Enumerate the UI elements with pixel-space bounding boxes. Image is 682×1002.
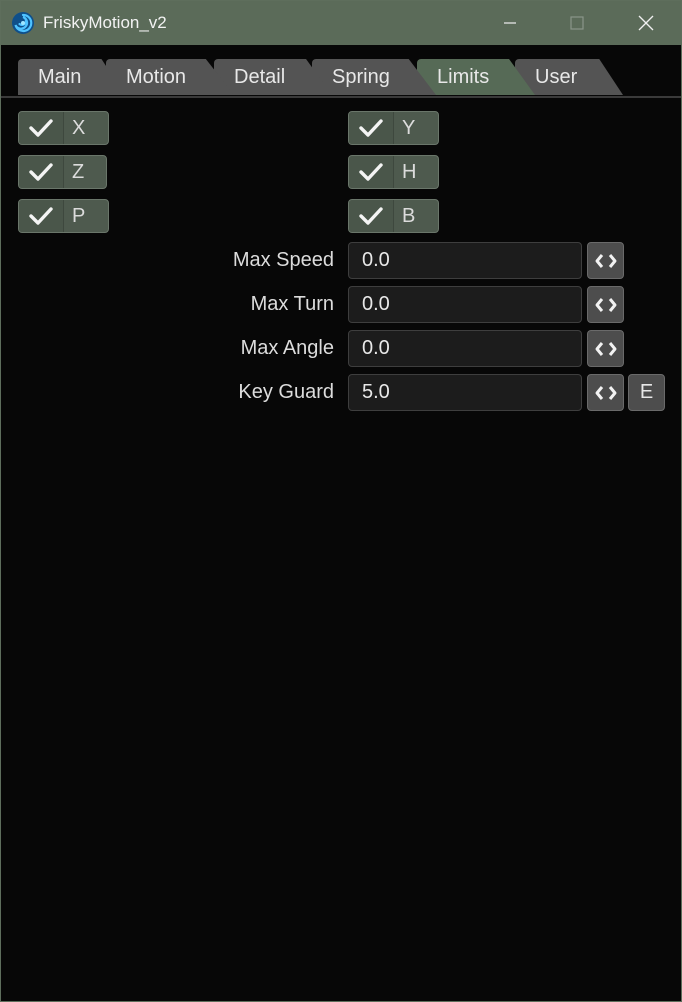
tab-bar: User Limits Spring Detail Motion Main: [1, 57, 681, 97]
checkmark-icon: [349, 156, 394, 188]
checkbox-label: B: [402, 204, 416, 227]
checkbox-label: Y: [402, 116, 416, 139]
tab-divider: [1, 96, 681, 98]
spiral-app-icon: [11, 11, 35, 35]
tab-label: Limits: [437, 65, 490, 88]
max-speed-envelope-button[interactable]: [587, 242, 624, 279]
max-angle-input[interactable]: [348, 330, 582, 367]
checkbox-p[interactable]: P: [18, 199, 109, 233]
tab-label: Spring: [332, 65, 390, 88]
tab-label: Main: [38, 65, 82, 88]
tab-label: Detail: [234, 65, 286, 88]
max-angle-label: Max Angle: [240, 337, 334, 359]
checkmark-icon: [19, 200, 64, 232]
tab-user[interactable]: User: [515, 59, 623, 95]
max-speed-input[interactable]: [348, 242, 582, 279]
diamond-arrows-icon: [595, 385, 616, 400]
checkbox-b[interactable]: B: [348, 199, 439, 233]
maximize-button[interactable]: [546, 1, 608, 45]
title-bar[interactable]: FriskyMotion_v2: [1, 1, 681, 45]
diamond-arrows-icon: [595, 253, 616, 268]
app-window: FriskyMotion_v2 User Limits Spring Detai…: [0, 0, 682, 1002]
checkmark-icon: [19, 156, 64, 188]
max-angle-envelope-button[interactable]: [587, 330, 624, 367]
checkbox-label: H: [402, 160, 417, 183]
max-turn-label: Max Turn: [250, 293, 334, 315]
close-button[interactable]: [615, 1, 677, 45]
max-turn-input[interactable]: [348, 286, 582, 323]
checkbox-z[interactable]: Z: [18, 155, 107, 189]
tab-label: User: [535, 65, 578, 88]
checkmark-icon: [349, 112, 394, 144]
close-icon: [638, 15, 654, 31]
key-guard-label: Key Guard: [238, 381, 334, 403]
max-speed-label: Max Speed: [232, 249, 334, 271]
checkbox-y[interactable]: Y: [348, 111, 439, 145]
diamond-arrows-icon: [595, 297, 616, 312]
checkbox-label: X: [72, 116, 86, 139]
minimize-icon: [504, 22, 516, 24]
checkbox-label: Z: [72, 160, 85, 183]
window-title: FriskyMotion_v2: [43, 13, 167, 32]
max-turn-envelope-button[interactable]: [587, 286, 624, 323]
key-guard-input[interactable]: [348, 374, 582, 411]
tab-label: Motion: [126, 65, 187, 88]
checkbox-h[interactable]: H: [348, 155, 439, 189]
key-guard-e-button[interactable]: E: [628, 374, 665, 411]
e-button-label: E: [639, 381, 654, 403]
checkbox-label: P: [72, 204, 86, 227]
diamond-arrows-icon: [595, 341, 616, 356]
key-guard-envelope-button[interactable]: [587, 374, 624, 411]
checkmark-icon: [349, 200, 394, 232]
minimize-button[interactable]: [479, 1, 541, 45]
checkmark-icon: [19, 112, 64, 144]
checkbox-x[interactable]: X: [18, 111, 109, 145]
maximize-icon: [570, 16, 584, 30]
